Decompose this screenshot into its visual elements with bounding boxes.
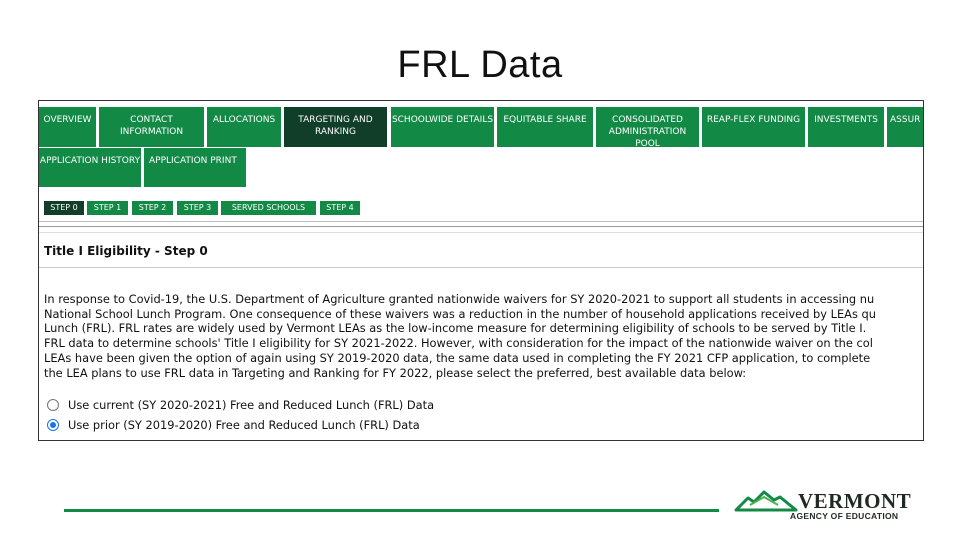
description-line: In response to Covid-19, the U.S. Depart… [44, 292, 875, 306]
divider [39, 267, 923, 268]
tab-label: SCHOOLWIDE DETAILS [391, 115, 494, 125]
step-0-tab[interactable]: STEP 0 [44, 201, 84, 215]
option-current-frl[interactable]: Use current (SY 2020-2021) Free and Redu… [47, 398, 434, 412]
divider [39, 232, 923, 233]
description-line: LEAs have been given the option of again… [44, 350, 871, 365]
tab-application-history[interactable]: APPLICATION HISTORY [39, 148, 141, 187]
tab-label: TARGETING AND RANKING [298, 115, 373, 137]
step-2-tab[interactable]: STEP 2 [132, 201, 173, 215]
step-3-tab[interactable]: STEP 3 [177, 201, 218, 215]
option-label: Use prior (SY 2019-2020) Free and Reduce… [68, 418, 420, 432]
app-screenshot: OVERVIEW CONTACT INFORMATION ALLOCATIONS… [38, 100, 924, 441]
radio-current-frl[interactable] [47, 399, 59, 411]
eligibility-description: In response to Covid-19, the U.S. Depart… [44, 292, 923, 380]
tab-application-print[interactable]: APPLICATION PRINT [144, 148, 246, 187]
tab-assurances[interactable]: ASSUR [887, 107, 923, 147]
mountain-icon [734, 490, 798, 512]
description-line: FRL data to determine schools' Title I e… [44, 336, 873, 351]
tab-label: ALLOCATIONS [212, 115, 276, 125]
tab-allocations[interactable]: ALLOCATIONS [207, 107, 281, 147]
step-1-tab[interactable]: STEP 1 [87, 201, 128, 215]
divider [39, 226, 923, 227]
tab-consolidated-administration-pool[interactable]: CONSOLIDATED ADMINISTRATION POOL [596, 107, 699, 149]
served-schools-tab[interactable]: SERVED SCHOOLS [221, 201, 316, 215]
divider [39, 221, 923, 222]
tab-investments[interactable]: INVESTMENTS [808, 107, 884, 147]
tab-reap-flex-funding[interactable]: REAP-FLEX FUNDING [702, 107, 805, 147]
option-prior-frl[interactable]: Use prior (SY 2019-2020) Free and Reduce… [47, 418, 420, 432]
tab-label: REAP-FLEX FUNDING [706, 115, 801, 125]
step-4-tab[interactable]: STEP 4 [320, 201, 360, 215]
radio-prior-frl[interactable] [47, 419, 59, 431]
tab-label: EQUITABLE SHARE [503, 115, 587, 125]
tab-equitable-share[interactable]: EQUITABLE SHARE [497, 107, 593, 147]
tab-label: APPLICATION HISTORY [39, 156, 141, 166]
description-line: Lunch (FRL). FRL rates are widely used b… [44, 321, 867, 336]
tab-contact-information[interactable]: CONTACT INFORMATION [99, 107, 204, 147]
logo-subtitle: AGENCY OF EDUCATION [790, 511, 899, 521]
tab-label: INVESTMENTS [814, 115, 878, 125]
tab-label: ASSUR [890, 115, 921, 125]
tab-label: CONSOLIDATED ADMINISTRATION POOL [608, 115, 687, 149]
footer-accent-line [64, 509, 719, 512]
tab-label: APPLICATION PRINT [149, 156, 237, 166]
tab-overview[interactable]: OVERVIEW [39, 107, 96, 147]
tab-schoolwide-details[interactable]: SCHOOLWIDE DETAILS [391, 107, 494, 147]
slide-title: FRL Data [397, 44, 563, 86]
description-line: National School Lunch Program. One conse… [44, 306, 876, 321]
tab-targeting-and-ranking[interactable]: TARGETING AND RANKING [284, 107, 387, 147]
vermont-agency-logo: VERMONT AGENCY OF EDUCATION [734, 486, 911, 526]
option-label: Use current (SY 2020-2021) Free and Redu… [68, 398, 435, 412]
description-line: the LEA plans to use FRL data in Targeti… [44, 365, 747, 380]
tab-label: CONTACT INFORMATION [119, 115, 184, 137]
panel-title: Title I Eligibility - Step 0 [44, 244, 208, 258]
tab-label: OVERVIEW [43, 115, 92, 125]
